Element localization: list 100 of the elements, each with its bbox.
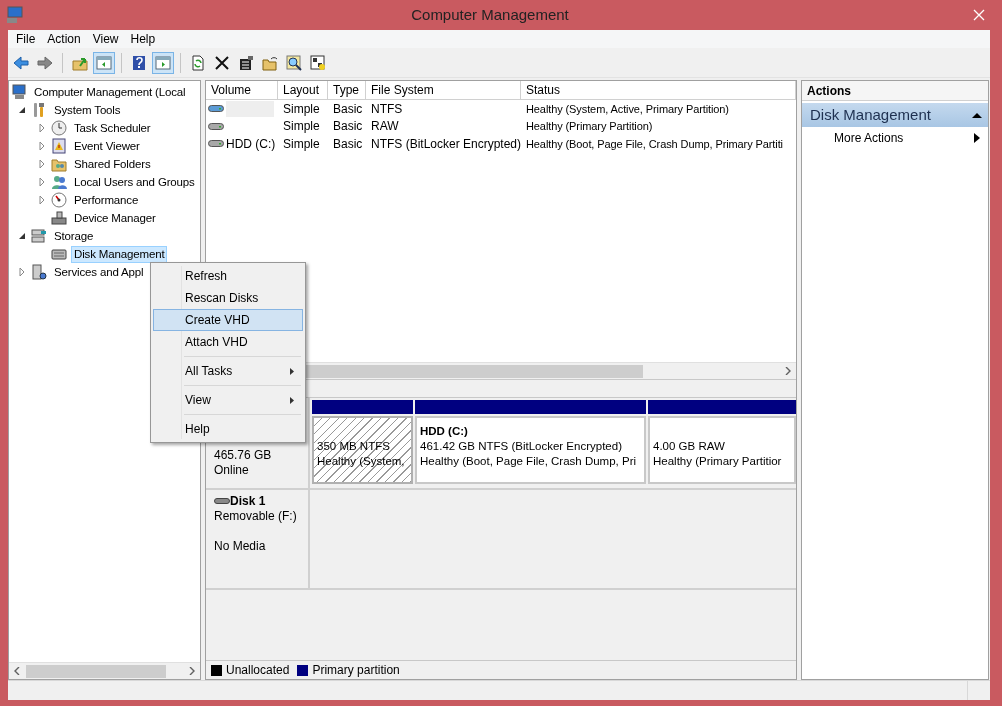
table-cell-text: HDD (C:) xyxy=(226,135,276,153)
event-log-icon xyxy=(51,138,67,154)
scroll-left-icon[interactable] xyxy=(14,667,21,675)
tree-item[interactable]: Shared Folders xyxy=(71,155,154,173)
table-cell-text: Simple xyxy=(282,100,321,118)
menu-label: Refresh xyxy=(185,268,228,285)
disk-drive-icon xyxy=(51,246,67,262)
delete-icon xyxy=(214,54,230,71)
tree-item[interactable]: Device Manager xyxy=(71,209,159,227)
pane-icon xyxy=(96,54,112,71)
partition-block[interactable]: 4.00 GB RAW Healthy (Primary Partitior xyxy=(648,416,796,484)
menu-label: Attach VHD xyxy=(185,334,248,351)
action-item[interactable]: More Actions xyxy=(802,127,988,149)
services-icon xyxy=(31,264,47,280)
tree-item[interactable]: Storage xyxy=(51,227,97,245)
menu-item[interactable]: Attach VHD xyxy=(153,331,303,353)
collapse-arrow-icon[interactable] xyxy=(972,111,982,119)
table-cell-text: Basic xyxy=(332,100,364,118)
tree-item[interactable]: Performance xyxy=(71,191,142,209)
computer-icon xyxy=(11,84,27,100)
partition-size: 461.42 GB NTFS (BitLocker Encrypted) xyxy=(420,439,623,454)
expanded-arrow-icon[interactable] xyxy=(18,106,26,114)
table-cell-text: Simple xyxy=(282,118,321,136)
tree-item[interactable]: Task Scheduler xyxy=(71,119,154,137)
tree-item[interactable]: Services and Appl xyxy=(51,263,147,281)
table-cell-text: NTFS (BitLocker Encrypted) xyxy=(370,135,521,153)
partition-block[interactable]: HDD (C:) 461.42 GB NTFS (BitLocker Encrypted) Healthy (Boot, Page File, Crash Dump, Pri xyxy=(415,416,646,484)
drive-icon xyxy=(208,138,224,150)
menu-label: All Tasks xyxy=(185,363,233,380)
table-cell-text: Basic xyxy=(332,135,364,153)
menu-label: Create VHD xyxy=(185,312,250,329)
column-header[interactable]: Status xyxy=(521,81,796,100)
disk-status: No Media xyxy=(214,539,267,554)
collapsed-arrow-icon[interactable] xyxy=(18,268,26,276)
partition-name: HDD (C:) xyxy=(420,424,469,439)
tree-item[interactable]: Disk Management xyxy=(71,245,168,263)
collapsed-arrow-icon[interactable] xyxy=(38,178,46,186)
partition-size: 4.00 GB RAW xyxy=(653,439,726,454)
partition-size: 350 MB NTFS xyxy=(317,439,391,454)
drive-icon xyxy=(208,103,224,115)
menu-item[interactable]: All Tasks xyxy=(153,360,303,382)
properties-icon xyxy=(238,54,254,71)
search-icon xyxy=(286,54,302,71)
actions-section[interactable]: Disk Management xyxy=(802,103,988,127)
table-cell-text: Healthy (Primary Partition) xyxy=(525,119,654,134)
partition-status: Healthy (System, xyxy=(317,454,406,469)
collapsed-arrow-icon[interactable] xyxy=(38,196,46,204)
partition-status: Healthy (Primary Partitior xyxy=(653,454,783,469)
device-icon xyxy=(51,210,67,226)
tree-item[interactable]: Local Users and Groups xyxy=(71,173,198,191)
tree-item[interactable]: Computer Management (Local xyxy=(31,83,189,101)
help-icon xyxy=(131,54,147,71)
menu-item[interactable]: View xyxy=(153,389,303,411)
tree-item[interactable]: System Tools xyxy=(51,101,124,119)
menu-item[interactable]: Create VHD xyxy=(153,309,303,331)
scrollbar-thumb[interactable] xyxy=(26,664,166,678)
back-arrow-icon xyxy=(13,54,29,71)
open-folder-icon xyxy=(262,54,278,71)
clock-icon xyxy=(51,120,67,136)
menu-item[interactable]: Rescan Disks xyxy=(153,287,303,309)
disk-info: Removable (F:) xyxy=(214,509,298,524)
refresh-icon xyxy=(190,54,206,71)
menu-item[interactable]: Help xyxy=(124,30,162,48)
collapsed-arrow-icon[interactable] xyxy=(38,142,46,150)
table-cell-text: Healthy (Boot, Page File, Crash Dump, Primary Partiti xyxy=(525,136,784,152)
table-cell-text: Basic xyxy=(332,118,364,136)
collapsed-arrow-icon[interactable] xyxy=(38,124,46,132)
menu-label: Help xyxy=(185,421,210,438)
partition-status: Healthy (Boot, Page File, Crash Dump, Pri xyxy=(420,454,638,469)
column-header[interactable]: Volume xyxy=(206,81,278,100)
actions-header: Actions xyxy=(802,81,988,101)
column-header[interactable]: Type xyxy=(328,81,366,100)
menu-label: View xyxy=(185,392,211,409)
table-cell-text: NTFS xyxy=(370,100,404,118)
menu-item[interactable]: Refresh xyxy=(153,265,303,287)
scroll-right-icon[interactable] xyxy=(784,367,791,375)
tools-icon xyxy=(31,102,47,118)
tree-item[interactable]: Event Viewer xyxy=(71,137,143,155)
scroll-right-icon[interactable] xyxy=(188,667,195,675)
legend-label: Primary partition xyxy=(312,662,400,679)
drive-icon xyxy=(208,120,224,132)
menu-item[interactable]: Help xyxy=(153,418,303,440)
disk-status: Online xyxy=(214,463,250,478)
collapsed-arrow-icon[interactable] xyxy=(38,160,46,168)
disk-name: Disk 1 xyxy=(230,494,266,509)
menu-item[interactable]: File xyxy=(10,30,42,48)
users-icon xyxy=(51,174,67,190)
table-cell-text: Simple xyxy=(282,135,321,153)
close-icon xyxy=(973,9,985,21)
window-title: Computer Management xyxy=(410,4,570,25)
drive-icon xyxy=(214,498,230,505)
menu-item[interactable]: View xyxy=(86,30,125,48)
table-cell-text: Healthy (System, Active, Primary Partition) xyxy=(525,101,730,117)
gauge-icon xyxy=(51,192,67,208)
column-header[interactable]: File System xyxy=(366,81,521,100)
menu-item[interactable]: Action xyxy=(41,30,87,48)
expanded-arrow-icon[interactable] xyxy=(18,232,26,240)
partition-block[interactable]: 350 MB NTFS Healthy (System, xyxy=(312,416,413,484)
table-cell-text: RAW xyxy=(370,118,400,136)
column-header[interactable]: Layout xyxy=(278,81,328,100)
